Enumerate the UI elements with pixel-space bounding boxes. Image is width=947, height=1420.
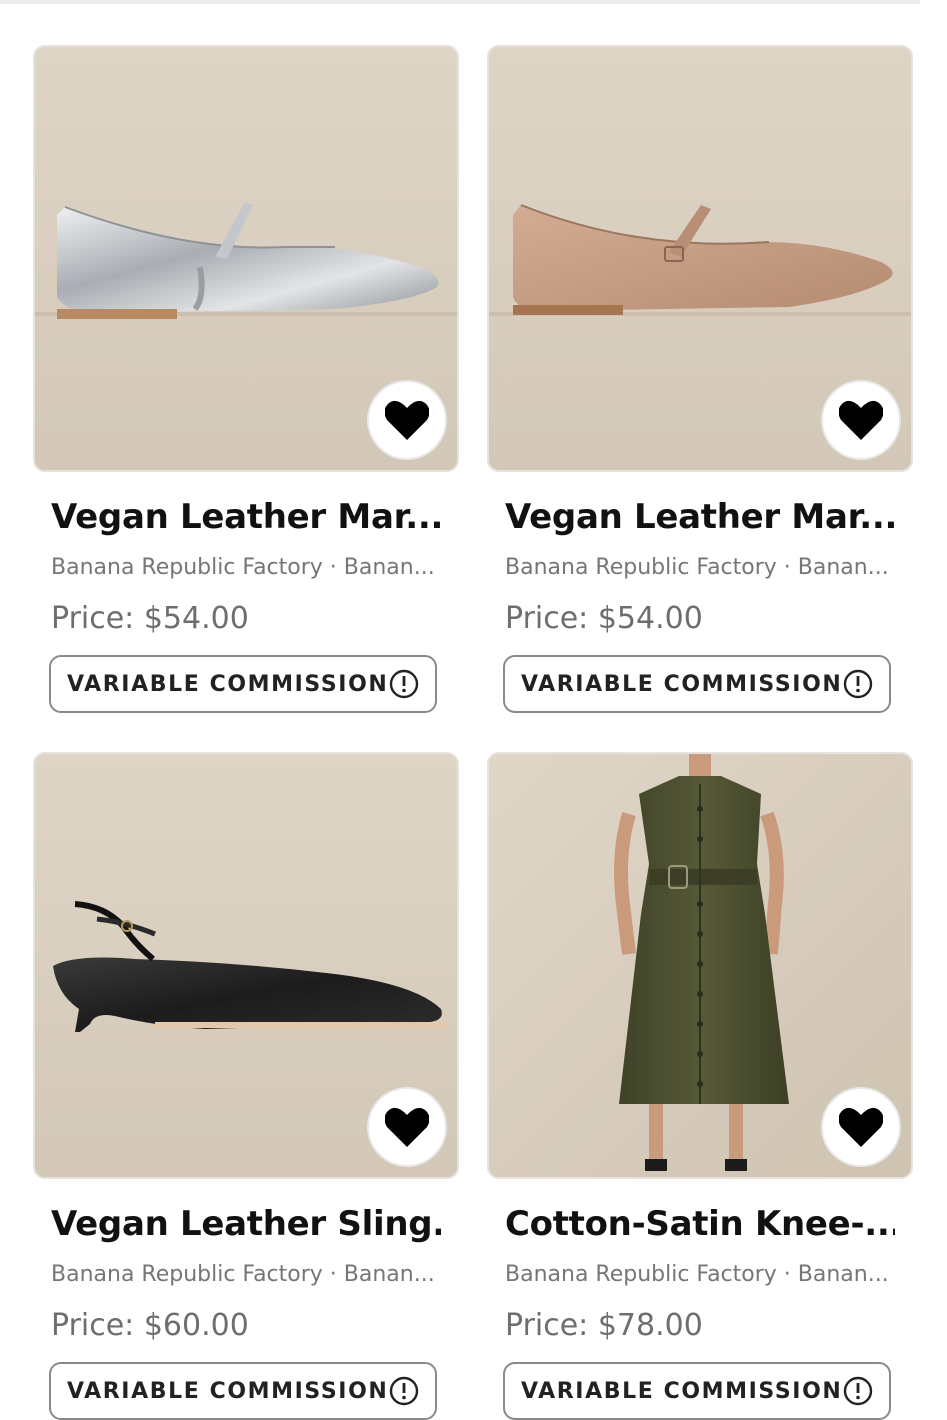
- product-brand: Banana Republic Factory · Banan...: [505, 555, 889, 580]
- product-card[interactable]: Cotton-Satin Knee-... Banana Republic Fa…: [487, 752, 913, 1420]
- product-card[interactable]: Vegan Leather Mar... Banana Republic Fac…: [33, 45, 459, 713]
- heart-icon: [839, 1107, 883, 1147]
- product-image[interactable]: [33, 752, 459, 1179]
- favorite-button[interactable]: [821, 380, 901, 460]
- product-brand: Banana Republic Factory · Banan...: [505, 1262, 889, 1287]
- product-brand: Banana Republic Factory · Banan...: [51, 555, 435, 580]
- product-price: Price: $78.00: [505, 1308, 703, 1343]
- commission-label: VARIABLE COMMISSION: [67, 671, 389, 697]
- product-card[interactable]: Vegan Leather Sling... Banana Republic F…: [33, 752, 459, 1420]
- info-icon[interactable]: [843, 669, 873, 699]
- product-title[interactable]: Cotton-Satin Knee-...: [505, 1204, 895, 1244]
- info-icon[interactable]: [843, 1376, 873, 1406]
- favorite-button[interactable]: [367, 1087, 447, 1167]
- info-icon[interactable]: [389, 1376, 419, 1406]
- product-card[interactable]: Vegan Leather Mar... Banana Republic Fac…: [487, 45, 913, 713]
- info-icon[interactable]: [389, 669, 419, 699]
- product-price: Price: $54.00: [51, 601, 249, 636]
- product-image[interactable]: [33, 45, 459, 472]
- heart-icon: [385, 400, 429, 440]
- heart-icon: [385, 1107, 429, 1147]
- commission-label: VARIABLE COMMISSION: [521, 671, 843, 697]
- commission-badge[interactable]: VARIABLE COMMISSION: [503, 655, 891, 713]
- product-title[interactable]: Vegan Leather Mar...: [505, 497, 895, 537]
- commission-badge[interactable]: VARIABLE COMMISSION: [49, 655, 437, 713]
- commission-label: VARIABLE COMMISSION: [67, 1378, 389, 1404]
- commission-badge[interactable]: VARIABLE COMMISSION: [49, 1362, 437, 1420]
- product-image[interactable]: [487, 752, 913, 1179]
- favorite-button[interactable]: [821, 1087, 901, 1167]
- product-price: Price: $54.00: [505, 601, 703, 636]
- top-divider: [0, 0, 920, 4]
- product-image[interactable]: [487, 45, 913, 472]
- product-title[interactable]: Vegan Leather Mar...: [51, 497, 441, 537]
- commission-badge[interactable]: VARIABLE COMMISSION: [503, 1362, 891, 1420]
- heart-icon: [839, 400, 883, 440]
- favorite-button[interactable]: [367, 380, 447, 460]
- product-price: Price: $60.00: [51, 1308, 249, 1343]
- product-brand: Banana Republic Factory · Banan...: [51, 1262, 435, 1287]
- product-title[interactable]: Vegan Leather Sling...: [51, 1204, 441, 1244]
- commission-label: VARIABLE COMMISSION: [521, 1378, 843, 1404]
